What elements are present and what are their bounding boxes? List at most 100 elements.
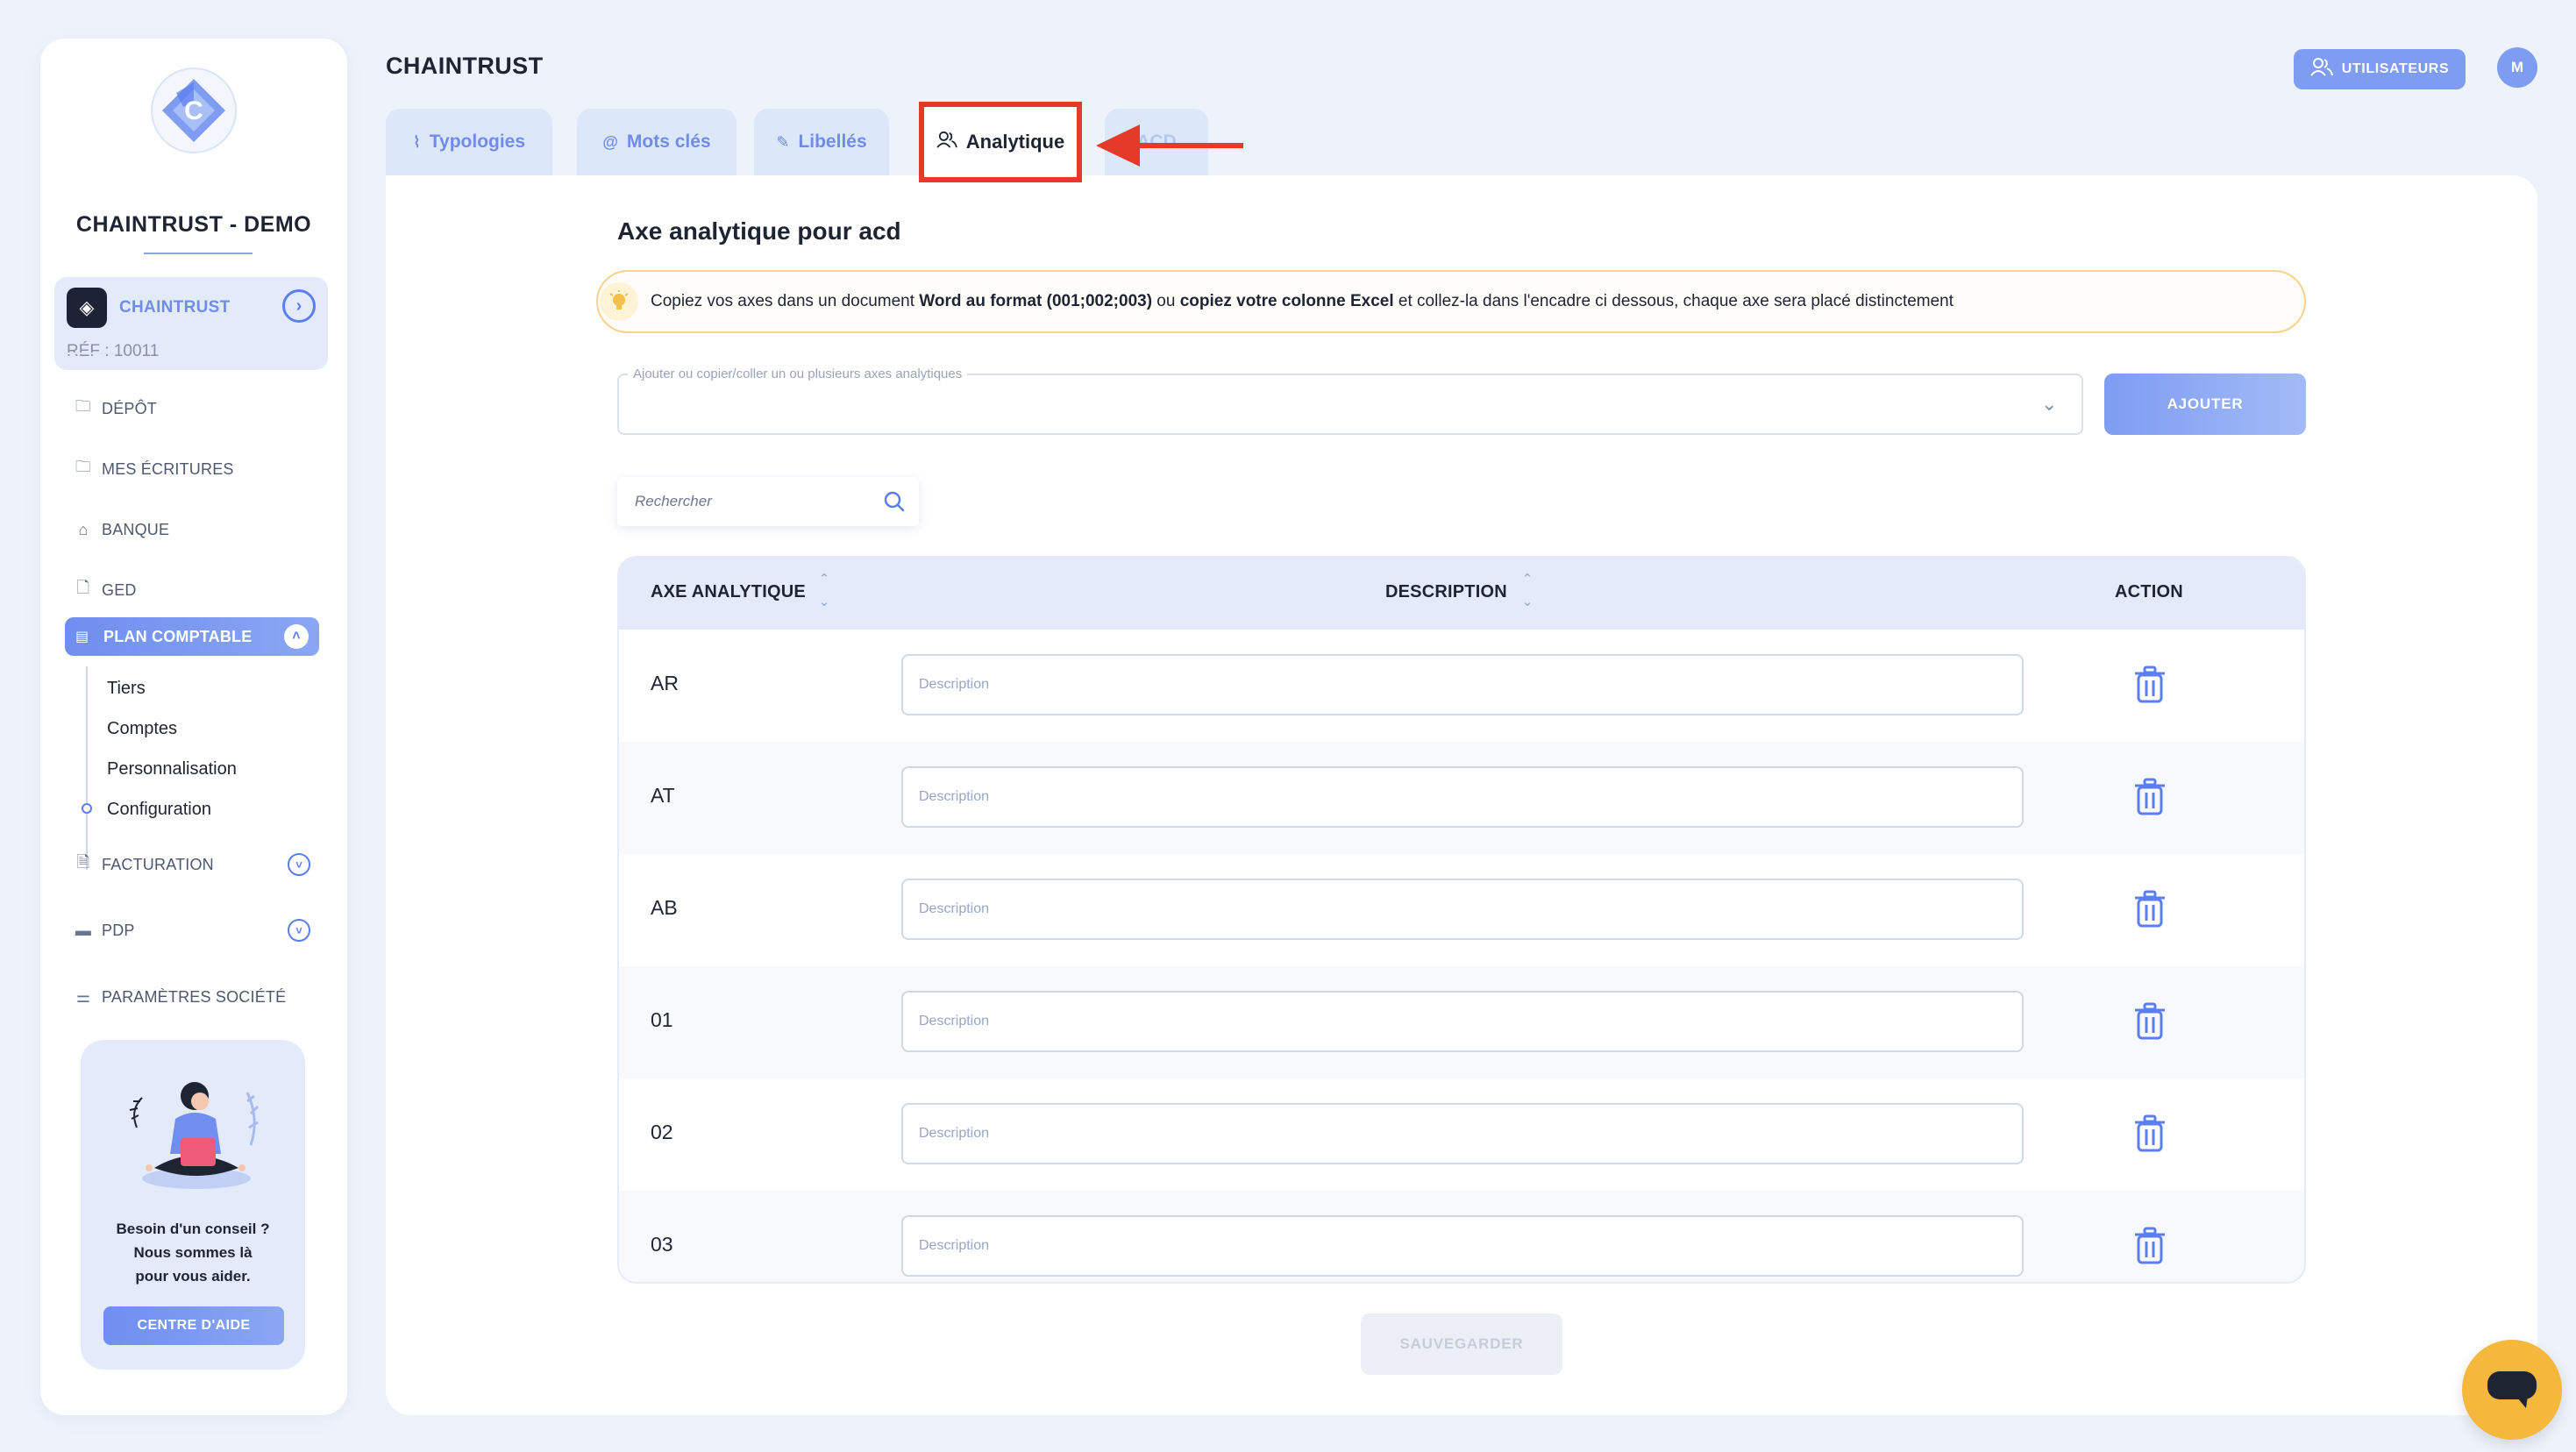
client-logo-icon: ◈: [67, 288, 107, 328]
subnav-active-dot: [82, 803, 92, 814]
info-text-bold: Word au format (001;002;003): [919, 292, 1153, 310]
subnav-item-tiers[interactable]: Tiers: [107, 679, 146, 699]
column-header-action: ACTION: [2115, 582, 2183, 601]
sidebar-item-plan-comptable[interactable]: ▤ PLAN COMPTABLE ˄: [65, 617, 319, 656]
sidebar-item-label: DÉPÔT: [102, 399, 158, 417]
trash-icon[interactable]: [2132, 777, 2167, 817]
sidebar-item-label: PLAN COMPTABLE: [103, 627, 253, 645]
chevron-right-icon[interactable]: ›: [282, 289, 316, 323]
info-text-part: et collez-la dans l'encadre ci dessous, …: [1393, 292, 1954, 310]
column-header-description[interactable]: DESCRIPTION: [1385, 582, 1507, 602]
info-text-part: ou: [1152, 292, 1180, 310]
at-icon: @: [602, 132, 618, 151]
axe-cell: 01: [651, 1008, 673, 1031]
card-icon: ▬: [75, 921, 92, 939]
table-row: 03: [619, 1191, 2304, 1282]
bank-icon: ⌂: [78, 520, 89, 538]
tab-label: Analytique: [965, 131, 1065, 153]
pen-icon: ✎: [776, 132, 790, 151]
table-row: AT: [619, 742, 2304, 854]
add-button[interactable]: AJOUTER: [2104, 374, 2306, 435]
sidebar-item-facturation[interactable]: 🗎 FACTURATION: [74, 847, 214, 882]
sidebar-item-label: BANQUE: [102, 520, 170, 538]
folder-upload-icon: 🗀: [75, 397, 92, 415]
subnav-line: [86, 666, 88, 870]
company-name: CHAINTRUST - DEMO: [75, 212, 312, 237]
description-input[interactable]: [901, 1215, 2024, 1277]
axe-cell: 03: [651, 1233, 673, 1256]
add-axes-field-label: Ajouter ou copier/coller un ou plusieurs…: [628, 367, 968, 381]
paperclip-icon: ⌇: [412, 132, 421, 151]
tab-label: Libellés: [798, 132, 867, 152]
description-input[interactable]: [901, 991, 2024, 1052]
help-card: Besoin d'un conseil ? Nous sommes là pou…: [81, 1040, 305, 1370]
description-input[interactable]: [901, 766, 2024, 828]
users-button-label: UTILISATEURS: [2341, 61, 2450, 76]
axe-cell: AR: [651, 672, 679, 694]
sidebar-item-pdp[interactable]: ▬ PDP: [74, 913, 135, 948]
tab-mots-cles[interactable]: @ Mots clés: [577, 109, 737, 175]
section-title: Axe analytique pour acd: [617, 217, 901, 245]
page-title: CHAINTRUST: [386, 53, 544, 79]
sort-icon[interactable]: ⌃ ⌄: [1519, 568, 1536, 619]
ledger-icon: ▤: [75, 630, 89, 644]
tab-label: Mots clés: [626, 132, 711, 152]
trash-icon[interactable]: [2132, 1114, 2167, 1154]
search-input[interactable]: [635, 477, 872, 526]
trash-icon[interactable]: [2132, 889, 2167, 929]
tab-typologies[interactable]: ⌇ Typologies: [386, 109, 552, 175]
meditating-person-illustration-icon: [129, 1082, 260, 1189]
column-header-axe[interactable]: AXE ANALYTIQUE: [651, 582, 806, 602]
trash-icon[interactable]: [2132, 1001, 2167, 1042]
chevron-down-icon[interactable]: ⌄: [2041, 393, 2057, 416]
invoice-icon: 🗎: [76, 853, 90, 871]
search-icon[interactable]: [880, 488, 908, 516]
chevron-down-icon[interactable]: ˅: [288, 919, 310, 942]
tab-libelles[interactable]: ✎ Libellés: [754, 109, 889, 175]
client-card[interactable]: ◈ CHAINTRUST › RÉF : 10011: [54, 277, 328, 370]
chat-button[interactable]: [2462, 1340, 2562, 1440]
sidebar-item-parametres-societe[interactable]: ⚌ PARAMÈTRES SOCIÉTÉ: [74, 979, 286, 1014]
subnav-item-personnalisation[interactable]: Personnalisation: [107, 759, 237, 779]
info-box: Copiez vos axes dans un document Word au…: [596, 270, 2306, 333]
table-row: AR: [619, 630, 2304, 742]
sidebar-item-label: GED: [102, 580, 137, 599]
info-text-part: Copiez vos axes dans un document: [651, 292, 920, 310]
sidebar-item-mes-ecritures[interactable]: 🗀 MES ÉCRITURES: [74, 452, 234, 487]
save-button[interactable]: SAUVEGARDER: [1361, 1313, 1562, 1375]
info-text-bold: copiez votre colonne Excel: [1179, 292, 1394, 310]
sidebar-item-depot[interactable]: 🗀 DÉPÔT: [74, 391, 157, 426]
lightbulb-icon: [600, 282, 638, 321]
sidebar-item-ged[interactable]: 🗋 GED: [74, 573, 137, 608]
folder-edit-icon: 🗀: [75, 458, 92, 475]
add-axes-field[interactable]: [617, 374, 2083, 435]
sidebar-item-label: FACTURATION: [102, 855, 214, 873]
chevron-down-icon[interactable]: ˅: [288, 853, 310, 876]
axe-cell: AB: [651, 896, 678, 919]
sidebar-item-banque[interactable]: ⌂ BANQUE: [74, 512, 169, 547]
help-line-3: pour vous aider.: [135, 1268, 251, 1285]
sort-icon[interactable]: ⌃ ⌄: [815, 568, 833, 619]
subnav-item-comptes[interactable]: Comptes: [107, 719, 177, 739]
document-icon: 🗋: [76, 579, 90, 596]
users-button[interactable]: UTILISATEURS: [2294, 49, 2466, 89]
trash-icon[interactable]: [2132, 1226, 2167, 1266]
trash-icon[interactable]: [2132, 665, 2167, 705]
description-input[interactable]: [901, 654, 2024, 715]
sidebar-divider: [65, 352, 117, 354]
sidebar-item-label: MES ÉCRITURES: [102, 459, 234, 478]
avatar[interactable]: M: [2497, 47, 2537, 88]
help-center-button[interactable]: CENTRE D'AIDE: [103, 1306, 284, 1345]
tab-analytique[interactable]: Analytique: [919, 102, 1082, 182]
client-name: CHAINTRUST: [119, 298, 231, 317]
description-input[interactable]: [901, 879, 2024, 940]
chevron-up-icon[interactable]: ˄: [284, 624, 309, 649]
help-line-1: Besoin d'un conseil ?: [116, 1221, 270, 1237]
description-input[interactable]: [901, 1103, 2024, 1164]
subnav-item-configuration[interactable]: Configuration: [107, 800, 211, 820]
info-text: Copiez vos axes dans un document Word au…: [651, 292, 1953, 311]
search-box: [617, 477, 919, 526]
company-underline: [144, 253, 253, 254]
svg-text:C: C: [184, 96, 203, 125]
sliders-icon: ⚌: [75, 987, 91, 1006]
